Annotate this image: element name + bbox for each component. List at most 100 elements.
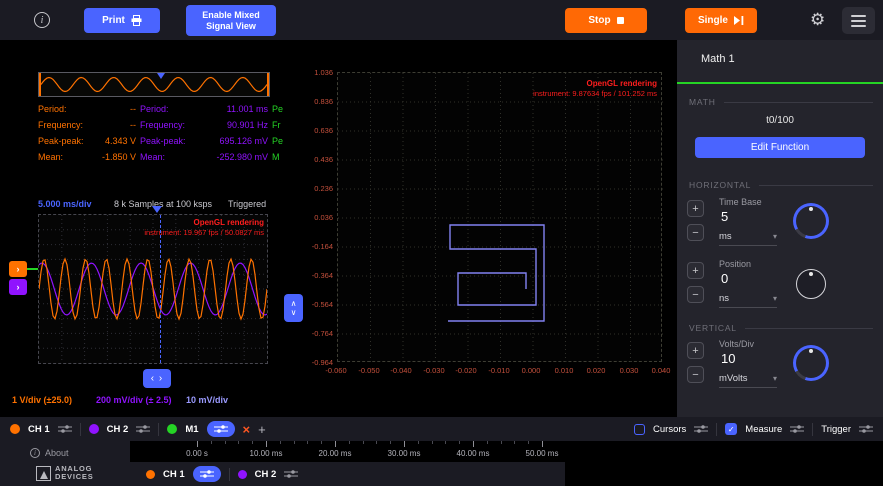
- ch2-peakpeak-label: Peak-peak:: [140, 133, 198, 149]
- ch2-settings-icon[interactable]: [284, 469, 298, 479]
- ch2-offset-handle[interactable]: ›: [9, 279, 27, 295]
- preview-trigger-marker-icon[interactable]: [157, 73, 165, 79]
- ch1-frequency-value: --: [92, 117, 136, 133]
- position-decrement-button[interactable]: −: [687, 286, 704, 303]
- voltsdiv-unit-dropdown[interactable]: mVolts ▾: [719, 373, 777, 384]
- adi-logo-icon: [36, 466, 51, 481]
- ch2-color-dot[interactable]: [89, 424, 99, 434]
- cursors-checkbox[interactable]: [634, 424, 645, 435]
- position-value[interactable]: 0: [721, 271, 728, 286]
- timebase-value[interactable]: 5: [721, 209, 728, 224]
- voltsdiv-unit: mVolts: [719, 373, 748, 384]
- section-math-label: MATH: [689, 97, 716, 107]
- ch2-peakpeak-value: 695.126 mV: [202, 133, 268, 149]
- ruler-label: 10.00 ms: [241, 449, 291, 458]
- math-settings-panel: Math 1 MATH t0/100 Edit Function HORIZON…: [677, 40, 883, 417]
- timebase-knob[interactable]: [793, 203, 829, 239]
- ch2-settings-icon[interactable]: [136, 424, 150, 434]
- hamburger-menu-button[interactable]: [842, 7, 875, 34]
- menu-line: [851, 25, 866, 27]
- ch2-color-dot[interactable]: [238, 470, 247, 479]
- timebase-increment-button[interactable]: +: [687, 200, 704, 217]
- about-item[interactable]: i About: [30, 448, 69, 458]
- math-xy-plot[interactable]: OpenGL rendering instrument: 9.87634 fps…: [337, 72, 662, 362]
- voltsdiv-value[interactable]: 10: [721, 351, 735, 366]
- xy-xtick: -0.030: [417, 366, 451, 375]
- ch1-offset-handle[interactable]: ›: [9, 261, 27, 277]
- trigger-position-marker-icon[interactable]: [152, 206, 162, 213]
- single-button[interactable]: Single: [685, 8, 757, 33]
- single-run-icon: [734, 16, 744, 25]
- ch1-mean-label: Mean:: [38, 149, 88, 165]
- sliders-icon: [200, 469, 214, 479]
- chevron-down-icon: ▾: [773, 232, 777, 241]
- timebase-decrement-button[interactable]: −: [687, 224, 704, 241]
- measure-settings-icon[interactable]: [790, 424, 804, 434]
- xy-ytick: 0.036: [296, 213, 333, 222]
- m1-settings-button-active[interactable]: [207, 421, 235, 437]
- m1-mean-label-partial: M: [272, 149, 288, 165]
- voltsdiv-label: Volts/Div: [719, 339, 754, 349]
- opengl-title: OpenGL rendering: [533, 79, 657, 89]
- xy-ytick: -0.164: [296, 242, 333, 251]
- position-knob[interactable]: [796, 269, 826, 299]
- xy-ytick: 1.036: [296, 68, 333, 77]
- waveform-preview-strip[interactable]: [38, 72, 270, 97]
- voltsdiv-decrement-button[interactable]: −: [687, 366, 704, 383]
- ruler-label: 30.00 ms: [379, 449, 429, 458]
- xy-ytick: -0.364: [296, 271, 333, 280]
- vertical-pan-button[interactable]: ∧ ∨: [284, 294, 303, 322]
- stop-button[interactable]: Stop: [565, 8, 647, 33]
- position-label: Position: [719, 259, 751, 269]
- opengl-stats: instrument: 19.967 fps / 50.0827 ms: [144, 228, 264, 238]
- ch1-color-dot[interactable]: [146, 470, 155, 479]
- knob-indicator: [809, 207, 813, 211]
- info-icon[interactable]: i: [34, 12, 50, 28]
- ch2-chip[interactable]: CH 2: [255, 469, 277, 480]
- time-domain-plot[interactable]: OpenGL rendering instrument: 19.967 fps …: [38, 214, 268, 364]
- print-button[interactable]: Print: [84, 8, 160, 33]
- timebase-unit-dropdown[interactable]: ms ▾: [719, 231, 777, 242]
- ch2-mean-label: Mean:: [140, 149, 198, 165]
- scopy-oscilloscope-window: i Print Enable Mixed Signal View Stop Si…: [0, 0, 883, 486]
- single-label: Single: [698, 15, 728, 26]
- cursors-settings-icon[interactable]: [694, 424, 708, 434]
- ch2-frequency-value: 90.901 Hz: [202, 117, 268, 133]
- ch2-chip[interactable]: CH 2: [107, 424, 129, 435]
- horizontal-pan-button[interactable]: ‹ ›: [143, 369, 171, 388]
- divider: [229, 468, 230, 481]
- add-channel-button[interactable]: +: [258, 423, 266, 436]
- m1-period-label-partial: Pe: [272, 101, 288, 117]
- voltsdiv-knob[interactable]: [793, 345, 829, 381]
- ch1-color-dot[interactable]: [10, 424, 20, 434]
- position-unit-dropdown[interactable]: ns ▾: [719, 293, 777, 304]
- enable-mixed-signal-button[interactable]: Enable Mixed Signal View: [186, 5, 276, 36]
- ch1-period-label: Period:: [38, 101, 88, 117]
- ch1-chip[interactable]: CH 1: [28, 424, 50, 435]
- tools-group: Cursors ✓ Measure Trigger: [634, 423, 873, 436]
- ch1-settings-button-active[interactable]: [193, 466, 221, 482]
- edit-function-button[interactable]: Edit Function: [695, 137, 865, 158]
- m1-close-icon[interactable]: ×: [243, 423, 251, 436]
- ch1-settings-icon[interactable]: [58, 424, 72, 434]
- voltsdiv-increment-button[interactable]: +: [687, 342, 704, 359]
- position-increment-button[interactable]: +: [687, 262, 704, 279]
- divider: [158, 423, 159, 436]
- m1-scale-label: 10 mV/div: [186, 395, 228, 405]
- ch1-peakpeak-label: Peak-peak:: [38, 133, 88, 149]
- divider: [80, 423, 81, 436]
- ruler-label: 50.00 ms: [517, 449, 567, 458]
- ch2-frequency-label: Frequency:: [140, 117, 198, 133]
- chevron-down-icon: ∨: [291, 308, 297, 317]
- preview-right-handle[interactable]: [267, 73, 269, 96]
- sliders-icon: [214, 424, 228, 434]
- ch1-chip[interactable]: CH 1: [163, 469, 185, 480]
- stop-label: Stop: [588, 15, 610, 26]
- print-label: Print: [102, 15, 125, 26]
- m1-chip[interactable]: M1: [185, 424, 198, 435]
- measure-checkbox-checked[interactable]: ✓: [725, 423, 737, 435]
- trigger-settings-icon[interactable]: [859, 424, 873, 434]
- m1-peakpeak-label-partial: Pe: [272, 133, 288, 149]
- m1-color-dot[interactable]: [167, 424, 177, 434]
- gear-icon[interactable]: ⚙: [810, 10, 825, 30]
